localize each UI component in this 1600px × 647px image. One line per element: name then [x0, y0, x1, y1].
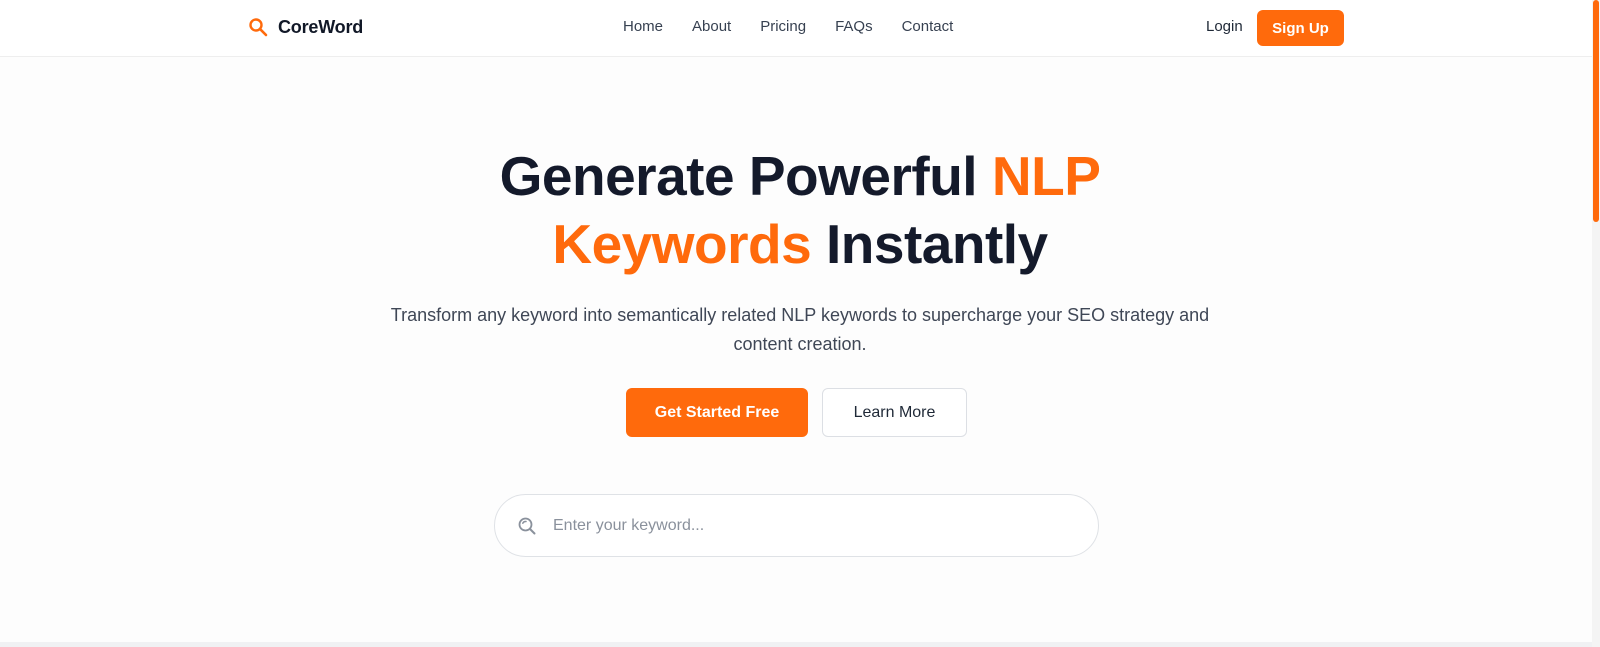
- hero-title-part1: Generate Powerful: [499, 145, 992, 207]
- main-nav: Home About Pricing FAQs Contact: [623, 17, 982, 37]
- nav-link-about[interactable]: About: [692, 17, 731, 37]
- scrollbar-thumb[interactable]: [1593, 0, 1599, 222]
- search-icon: [518, 517, 536, 535]
- hero-title-part2: Instantly: [811, 213, 1048, 275]
- nav-link-contact[interactable]: Contact: [902, 17, 954, 37]
- search-icon: [249, 18, 268, 37]
- nav-link-pricing[interactable]: Pricing: [760, 17, 806, 37]
- hero-subtitle: Transform any keyword into semantically …: [390, 305, 1210, 354]
- nav-link-faqs[interactable]: FAQs: [835, 17, 873, 37]
- hero-title-accent-keywords: Keywords: [552, 213, 812, 275]
- keyword-search-box[interactable]: [494, 494, 1099, 557]
- brand-name: CoreWord: [278, 16, 364, 37]
- keyword-input[interactable]: [553, 509, 1073, 543]
- learn-more-button[interactable]: Learn More: [822, 388, 967, 437]
- navbar: CoreWord Home About Pricing FAQs Contact…: [0, 0, 1600, 57]
- hero-title-accent-nlp: NLP: [991, 145, 1101, 207]
- get-started-button[interactable]: Get Started Free: [626, 388, 808, 437]
- login-link[interactable]: Login: [1206, 17, 1243, 37]
- signup-button[interactable]: Sign Up: [1257, 10, 1344, 46]
- hero-title: Generate Powerful NLP Keywords Instantly: [300, 142, 1300, 278]
- brand-logo-link[interactable]: CoreWord: [248, 14, 363, 40]
- nav-link-home[interactable]: Home: [623, 17, 663, 37]
- section-divider: [0, 642, 1600, 647]
